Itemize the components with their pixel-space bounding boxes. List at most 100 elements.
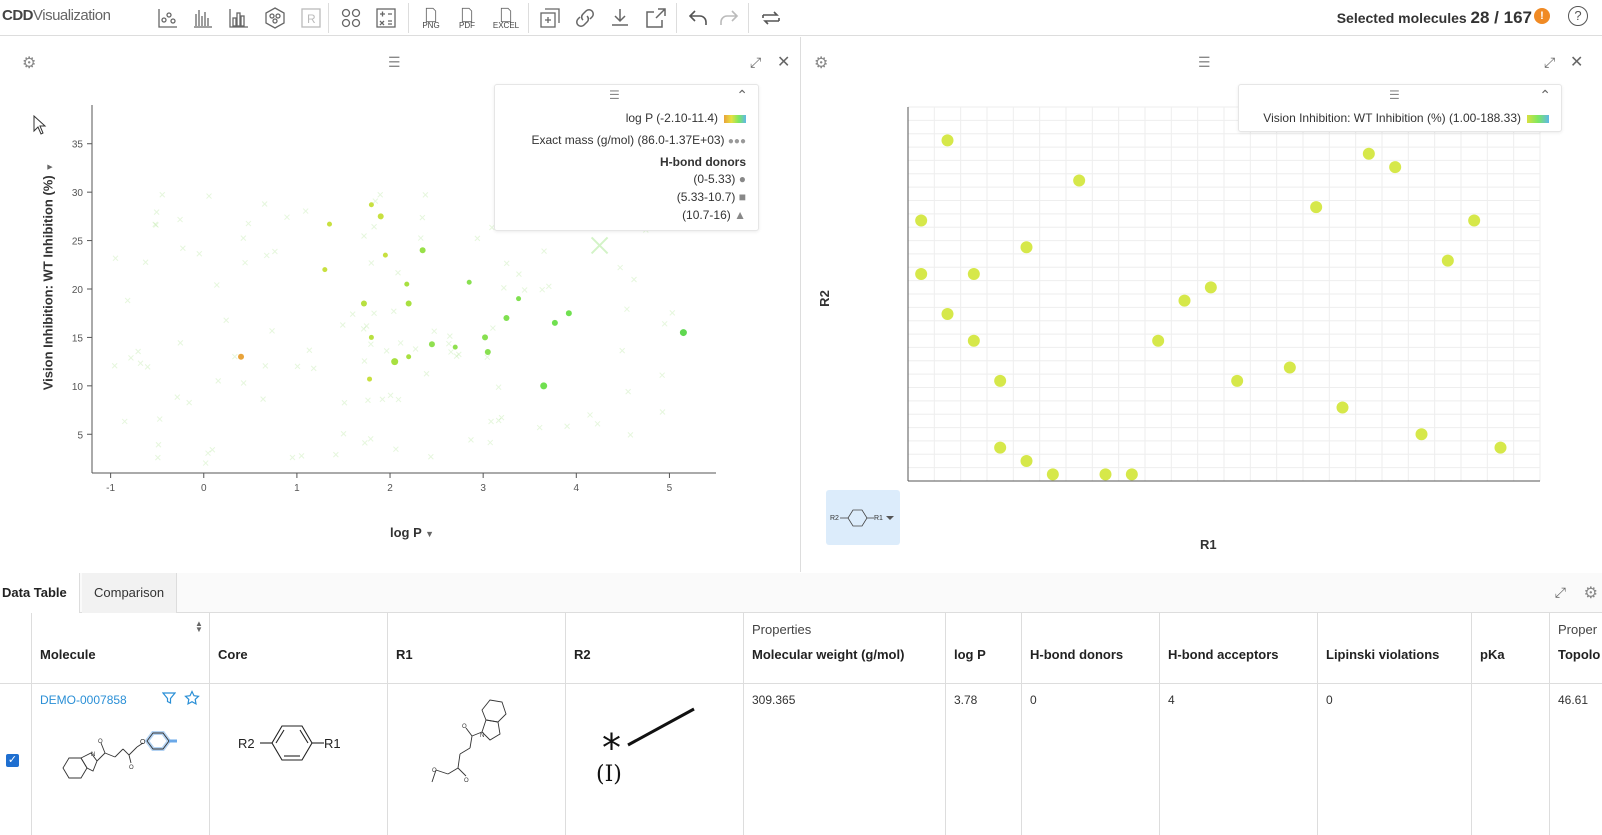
header-pka[interactable]: pKa [1480,647,1505,662]
export-pdf-button[interactable]: PDF [454,5,480,31]
unselected-point[interactable] [617,264,624,271]
header-hba[interactable]: H-bond acceptors [1168,647,1279,662]
undo-icon[interactable] [685,5,711,31]
legend-collapse-icon[interactable]: ⌃ [736,87,748,104]
header-lipinski[interactable]: Lipinski violations [1326,647,1439,662]
data-point[interactable] [466,279,472,285]
data-point[interactable] [1020,454,1033,467]
data-point[interactable] [1178,294,1191,307]
data-point[interactable] [565,310,572,317]
unselected-point[interactable] [488,418,494,425]
unselected-point[interactable] [223,317,230,324]
data-point[interactable] [1441,254,1454,267]
unselected-point[interactable] [310,365,317,372]
unselected-point[interactable] [186,399,193,406]
unselected-point[interactable] [180,245,186,252]
unselected-point[interactable] [487,439,494,446]
header-r2[interactable]: R2 [574,647,591,662]
unselected-point[interactable] [261,201,268,207]
unselected-point[interactable] [417,235,424,241]
data-point[interactable] [419,247,426,254]
unselected-point[interactable] [135,348,141,355]
unselected-point[interactable] [240,380,247,386]
unselected-point[interactable] [155,454,161,461]
header-core[interactable]: Core [218,647,248,662]
data-point[interactable] [1020,241,1033,254]
unselected-point[interactable] [142,259,149,266]
unselected-point[interactable] [397,340,404,346]
unselected-point[interactable] [341,399,348,406]
unselected-point[interactable] [395,396,402,403]
unselected-point[interactable] [242,259,248,266]
unselected-point[interactable] [427,453,434,460]
unselected-point[interactable] [205,450,211,457]
unselected-point[interactable] [368,341,374,348]
unselected-point[interactable] [447,333,453,339]
unselected-point[interactable] [536,424,543,431]
unselected-point[interactable] [159,191,166,198]
tab-data-table[interactable]: Data Table [0,573,80,613]
unselected-point[interactable] [361,358,368,364]
unselected-point[interactable] [349,311,356,317]
data-point[interactable] [1362,147,1375,160]
data-point[interactable] [967,267,980,280]
unselected-point[interactable] [659,372,666,379]
unselected-point[interactable] [625,388,632,395]
data-point[interactable] [368,334,374,340]
unselected-point[interactable] [372,198,379,204]
unselected-point[interactable] [498,414,505,421]
unselected-point[interactable] [124,297,131,304]
unselected-point[interactable] [209,446,216,453]
header-hbd[interactable]: H-bond donors [1030,647,1123,662]
data-point[interactable] [941,134,954,147]
data-point[interactable] [406,354,412,360]
data-point[interactable] [326,221,332,227]
data-point[interactable] [1310,201,1323,214]
data-point[interactable] [382,252,388,258]
unselected-point[interactable] [196,250,203,257]
unselected-point[interactable] [371,310,377,317]
unselected-point[interactable] [245,220,252,227]
data-point[interactable] [967,334,980,347]
unselected-point[interactable] [669,309,676,316]
unselected-point[interactable] [215,378,222,384]
data-point[interactable] [941,308,954,321]
sort-icon[interactable]: ▲ ▼ [195,620,203,634]
unselected-point[interactable] [390,308,397,315]
unselected-point[interactable] [624,306,630,313]
download-icon[interactable] [607,5,633,31]
unselected-point[interactable] [298,453,305,459]
unselected-point[interactable] [174,394,181,401]
data-point[interactable] [238,353,245,360]
tab-comparison[interactable]: Comparison [82,573,178,613]
unselected-point[interactable] [387,392,394,399]
unselected-point[interactable] [490,325,496,331]
unselected-point[interactable] [484,354,491,361]
unselected-point[interactable] [206,193,212,199]
unselected-point[interactable] [659,409,666,415]
unselected-point[interactable] [371,223,377,230]
unselected-point[interactable] [128,354,134,361]
data-point[interactable] [367,376,373,382]
header-r1[interactable]: R1 [396,647,413,662]
data-point[interactable] [679,329,687,337]
header-molecule[interactable]: Molecule [40,647,96,662]
unselected-point[interactable] [360,326,367,332]
legend-collapse-icon[interactable]: ⌃ [1539,87,1551,104]
filter-icon[interactable] [161,691,177,708]
unselected-point[interactable] [302,208,309,214]
data-point[interactable] [503,315,510,322]
unselected-point[interactable] [539,286,546,293]
data-point[interactable] [1494,441,1507,454]
unselected-point[interactable] [112,255,119,262]
data-point[interactable] [1073,174,1086,187]
link-icon[interactable] [572,5,598,31]
export-png-button[interactable]: PNG [418,5,444,31]
unselected-point[interactable] [156,416,163,422]
scatter-plot-icon[interactable] [155,5,181,31]
unselected-point[interactable] [340,430,347,437]
unselected-point[interactable] [619,347,626,354]
unselected-point[interactable] [155,441,162,448]
unselected-point[interactable] [594,420,601,427]
legend-drag-icon[interactable]: ☰ [1389,88,1400,102]
